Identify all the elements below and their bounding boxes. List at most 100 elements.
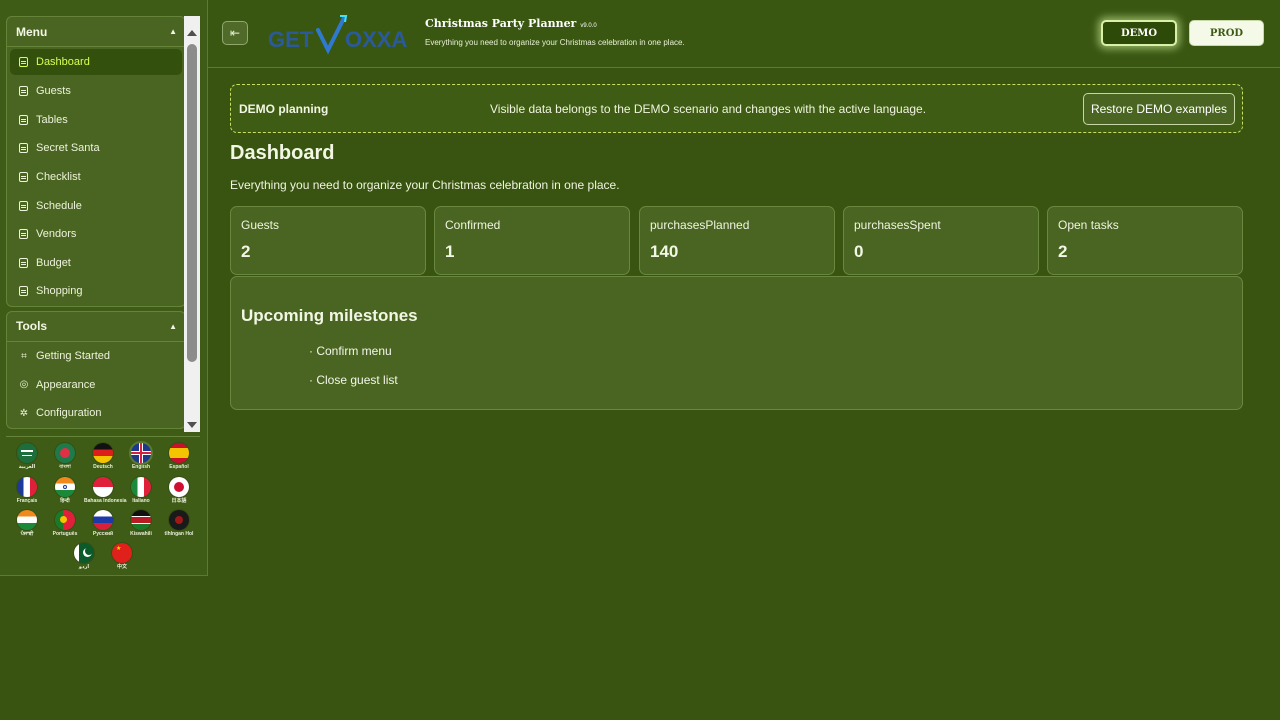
app-header: ⇤ GET OXXA Christmas Party Planner v9.0.0… [208, 0, 1280, 68]
caret-up-icon: ▲ [169, 27, 177, 36]
sidebar-item-label: Checklist [36, 171, 81, 184]
language-de[interactable]: Deutsch [84, 443, 122, 470]
page-icon [19, 57, 28, 67]
stat-value: 0 [854, 242, 864, 261]
language-name: اردو [78, 564, 90, 570]
sidebar-item-secret-santa[interactable]: Secret Santa [7, 134, 185, 163]
tools-section-header[interactable]: Tools ▲ [7, 312, 185, 342]
language-name: Bahasa Indonesia [84, 498, 127, 504]
sidebar-scrollbar[interactable] [184, 16, 200, 432]
language-name: 日本語 [171, 498, 187, 504]
language-ar[interactable]: العربية [8, 443, 46, 470]
page-title: Dashboard [230, 142, 335, 164]
portugal-flag-icon [55, 510, 75, 530]
demo-mode-button[interactable]: DEMO [1101, 20, 1177, 46]
language-name: ਪੰਜਾਬੀ [20, 531, 34, 537]
stat-value: 2 [241, 242, 251, 261]
sidebar-item-shopping[interactable]: Shopping [7, 277, 185, 306]
language-tlh[interactable]: tlhIngan Hol [160, 510, 198, 537]
language-fr[interactable]: Français [8, 477, 46, 504]
app-subtitle: Everything you need to organize your Chr… [425, 38, 685, 47]
sidebar-item-label: Vendors [36, 228, 77, 241]
sidebar-item-appearance[interactable]: ◎ Appearance [7, 370, 185, 399]
japan-flag-icon [169, 477, 189, 497]
sidebar-item-label: Dashboard [36, 56, 90, 68]
stat-label: Guests [241, 218, 280, 232]
sidebar-scroll-area[interactable]: Menu ▲ Dashboard Guests Tables Secret Sa… [6, 16, 186, 432]
plug-icon: ⌗ [21, 350, 27, 362]
caret-up-icon: ▲ [169, 321, 177, 331]
stat-value: 2 [1058, 242, 1068, 261]
restore-demo-button[interactable]: Restore DEMO examples [1083, 93, 1235, 125]
sidebar-item-configuration[interactable]: ✲ Configuration [7, 399, 185, 428]
sidebar-item-label: Appearance [36, 378, 96, 391]
svg-text:GET: GET [268, 27, 314, 52]
sidebar-item-getting-started[interactable]: ⌗ Getting Started [7, 342, 185, 371]
language-pa[interactable]: ਪੰਜਾਬੀ [8, 510, 46, 537]
sidebar-item-tables[interactable]: Tables [7, 106, 185, 135]
france-flag-icon [17, 477, 37, 497]
language-it[interactable]: Italiano [122, 477, 160, 504]
sidebar-item-label: Schedule [36, 199, 82, 212]
stat-card-guests: Guests 2 [230, 206, 426, 275]
language-name: 中文 [116, 564, 127, 570]
page-icon [19, 200, 28, 211]
stat-label: purchasesPlanned [650, 218, 750, 232]
scroll-down-icon[interactable] [187, 422, 197, 428]
sidebar-item-label: Budget [36, 256, 71, 269]
logo-graphic: GET OXXA [268, 15, 407, 55]
language-name: العربية [18, 464, 36, 470]
language-en[interactable]: English [122, 443, 160, 470]
page-icon [19, 86, 28, 97]
kenya-flag-icon [131, 510, 151, 530]
tools-section-title: Tools [16, 319, 48, 334]
sidebar-item-label: Shopping [36, 285, 83, 298]
language-name: tlhIngan Hol [164, 531, 194, 537]
menu-section-header[interactable]: Menu ▲ [7, 17, 185, 47]
stat-card-purchases-spent: purchasesSpent 0 [843, 206, 1039, 275]
sidebar-collapse-button[interactable]: ⇤ [222, 21, 248, 45]
prod-mode-button[interactable]: PROD [1189, 20, 1264, 46]
sidebar-item-dashboard[interactable]: Dashboard [10, 49, 182, 75]
china-flag-icon: ★ [112, 543, 132, 563]
language-sw[interactable]: Kiswahili [122, 510, 160, 537]
menu-section: Menu ▲ Dashboard Guests Tables Secret Sa… [6, 16, 186, 307]
stat-value: 1 [445, 242, 455, 261]
language-zh[interactable]: ★ 中文 [103, 543, 141, 570]
language-name: বাংলা [59, 464, 71, 470]
language-ru[interactable]: Русский [84, 510, 122, 537]
sidebar-item-vendors[interactable]: Vendors [7, 220, 185, 249]
menu-section-title: Menu [16, 24, 48, 39]
demo-banner: DEMO planning Visible data belongs to th… [230, 84, 1243, 133]
app-version: v9.0.0 [580, 23, 597, 29]
sidebar-item-guests[interactable]: Guests [7, 77, 185, 106]
language-name: Kiswahili [130, 531, 152, 537]
pakistan-flag-icon [74, 543, 94, 563]
language-ja[interactable]: 日本語 [160, 477, 198, 504]
language-bn[interactable]: বাংলা [46, 443, 84, 470]
language-hi[interactable]: हिन्दी [46, 477, 84, 504]
stat-card-open-tasks: Open tasks 2 [1047, 206, 1243, 275]
stat-label: purchasesSpent [854, 218, 941, 232]
language-es[interactable]: Español [160, 443, 198, 470]
sidebar-item-schedule[interactable]: Schedule [7, 191, 185, 220]
russia-flag-icon [93, 510, 113, 530]
language-pt[interactable]: Português [46, 510, 84, 537]
sidebar-item-checklist[interactable]: Checklist [7, 163, 185, 192]
sidebar-item-budget[interactable]: Budget [7, 249, 185, 278]
palette-icon: ◎ [19, 379, 29, 391]
language-ur[interactable]: اردو [65, 543, 103, 570]
language-id[interactable]: Bahasa Indonesia [84, 477, 127, 504]
italy-flag-icon [131, 477, 151, 497]
stat-label: Confirmed [445, 218, 501, 232]
saudi-flag-icon [17, 443, 37, 463]
scroll-up-icon[interactable] [187, 30, 197, 36]
page-icon [19, 114, 28, 125]
stat-label: Open tasks [1058, 218, 1119, 232]
page-icon [19, 286, 28, 297]
sidebar-item-label: Secret Santa [36, 142, 100, 155]
page-icon [19, 257, 28, 268]
getvoxxa-logo: GET OXXA [268, 14, 413, 56]
scrollbar-thumb[interactable] [187, 44, 197, 362]
demo-banner-title: DEMO planning [239, 102, 329, 116]
